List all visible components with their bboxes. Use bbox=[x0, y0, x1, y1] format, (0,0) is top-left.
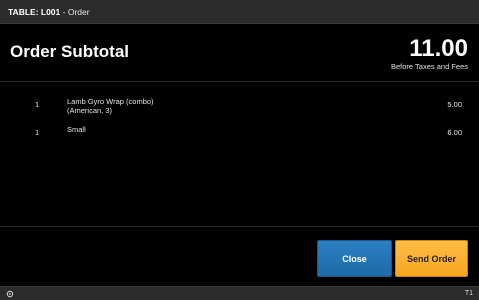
send-order-button[interactable]: Send Order bbox=[395, 240, 468, 277]
order-header: Order Subtotal 11.00 Before Taxes and Fe… bbox=[0, 24, 479, 82]
subtotal-amount: 11.00 bbox=[409, 35, 468, 62]
list-item[interactable]: 1 Lamb Gyro Wrap (combo) (American, 3) 5… bbox=[0, 96, 479, 124]
item-modifier-line: (American, 3) bbox=[67, 106, 113, 115]
item-name-line: Small bbox=[67, 125, 86, 134]
item-price: 6.00 bbox=[447, 128, 462, 137]
terminal-id: T1 bbox=[464, 290, 473, 297]
item-price: 5.00 bbox=[447, 100, 462, 109]
order-item-list: 1 Lamb Gyro Wrap (combo) (American, 3) 5… bbox=[0, 96, 479, 152]
table-label: TABLE: L001 bbox=[8, 7, 61, 17]
list-item[interactable]: 1 Small 6.00 bbox=[0, 124, 479, 152]
item-name: Small bbox=[67, 125, 86, 134]
status-bar: T1 bbox=[0, 286, 479, 300]
title-bar: TABLE: L001 - Order bbox=[0, 0, 479, 24]
divider bbox=[0, 226, 479, 227]
close-button[interactable]: Close bbox=[317, 240, 392, 277]
item-quantity: 1 bbox=[35, 100, 40, 109]
settings-icon[interactable] bbox=[6, 290, 14, 298]
page-title: Order Subtotal bbox=[10, 42, 130, 61]
item-quantity: 1 bbox=[35, 128, 40, 137]
item-name: Lamb Gyro Wrap (combo) (American, 3) bbox=[67, 97, 154, 115]
window-title: - Order bbox=[60, 7, 90, 17]
subtotal-note: Before Taxes and Fees bbox=[391, 62, 468, 71]
item-name-line: Lamb Gyro Wrap (combo) bbox=[67, 97, 154, 106]
